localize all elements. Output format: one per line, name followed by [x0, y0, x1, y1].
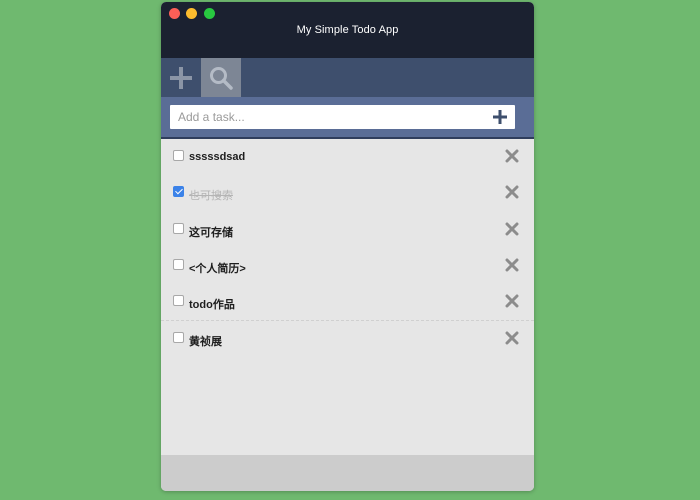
task-input-area [161, 97, 534, 139]
search-mode-button[interactable] [201, 58, 241, 97]
task-row: todo作品 [161, 284, 534, 320]
task-label: todo作品 [189, 299, 235, 311]
task-row: <个人简历> [161, 248, 534, 284]
task-row: 这可存储 [161, 212, 534, 248]
delete-x-icon[interactable] [505, 149, 519, 163]
maximize-window-button[interactable] [204, 8, 215, 19]
minimize-window-button[interactable] [186, 8, 197, 19]
title-bar: My Simple Todo App [161, 2, 534, 58]
task-checkbox[interactable] [173, 186, 184, 197]
task-checkbox[interactable] [173, 332, 184, 343]
task-checkbox[interactable] [173, 223, 184, 234]
task-input-box [170, 105, 515, 129]
delete-x-icon[interactable] [505, 222, 519, 236]
window-title: My Simple Todo App [296, 24, 399, 36]
delete-x-icon[interactable] [505, 294, 519, 308]
task-label: 黄祯展 [189, 336, 222, 348]
task-checkbox[interactable] [173, 259, 184, 270]
task-row: sssssdsad [161, 139, 534, 175]
task-label: <个人简历> [189, 263, 246, 275]
task-input[interactable] [170, 105, 480, 129]
add-mode-button[interactable] [161, 58, 201, 97]
magnifier-icon [210, 66, 233, 90]
task-label: 也可搜索 [189, 190, 233, 202]
add-task-icon[interactable] [493, 110, 507, 124]
close-window-button[interactable] [169, 8, 180, 19]
task-list: sssssdsad 也可搜索 这可存储 <个人简历> todo作品 黄祯展 [161, 139, 534, 455]
task-row: 黄祯展 [161, 320, 534, 357]
task-label: 这可存储 [189, 227, 233, 239]
task-label: sssssdsad [189, 151, 246, 163]
delete-x-icon[interactable] [505, 258, 519, 272]
footer-bar [161, 455, 534, 491]
task-row: 也可搜索 [161, 175, 534, 211]
delete-x-icon[interactable] [505, 331, 519, 345]
toolbar [161, 58, 534, 97]
task-checkbox[interactable] [173, 295, 184, 306]
app-window: My Simple Todo App sssssdsad [161, 2, 534, 491]
plus-icon [170, 66, 192, 89]
task-checkbox[interactable] [173, 150, 184, 161]
delete-x-icon[interactable] [505, 185, 519, 199]
